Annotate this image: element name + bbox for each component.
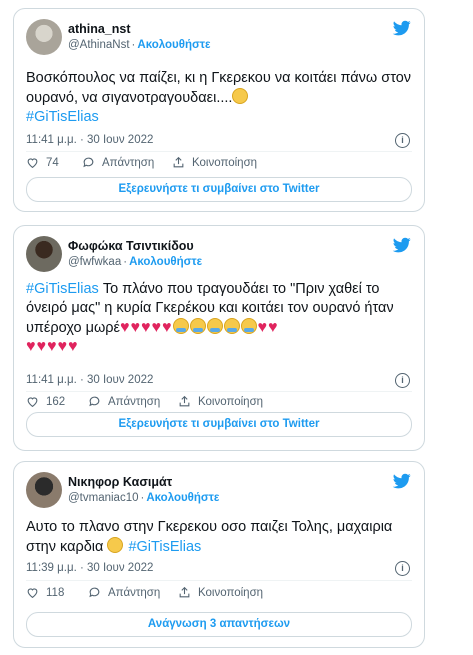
tweet-header: athina_nst @AthinaNst · Ακολουθήστε [26,19,412,57]
explore-twitter-button[interactable]: Εξερευνήστε τι συμβαίνει στο Twitter [26,177,412,202]
crying-emoji-icon [206,318,223,334]
heart-emoji-icon: ♥ [162,319,172,336]
tweet-card-athina: athina_nst @AthinaNst · Ακολουθήστε Βοσκόπ… [13,8,425,212]
tweet-text-content: Αυτο το πλανο στην Γκερεκου οσο παιζει Τ… [26,519,393,555]
tweet-text: #GiTisElias Το πλάνο που τραγουδάει το "… [26,280,414,357]
share-icon [179,586,190,598]
tweet-card-fwfwkaa: Φωφώκα Τσιντικίδου @fwfwkaa · Ακολουθήστε … [13,225,425,451]
broken-heart-emoji-icon: ♥ [47,338,57,355]
tweet-card-tvmaniac10: Νικηφορ Κασιμάτ @tvmaniac10 · Ακολουθήστε … [13,461,425,648]
share-label: Κοινοποίηση [192,156,258,169]
avatar[interactable] [26,236,62,272]
author-handle-row: @tvmaniac10 · Ακολουθήστε [68,492,220,504]
tweet-header: Νικηφορ Κασιμάτ @tvmaniac10 · Ακολουθήστε [26,472,412,510]
avatar[interactable] [26,472,62,508]
like-button[interactable]: 74 [26,156,59,169]
share-label: Κοινοποίηση [198,395,264,408]
tweet-timestamp[interactable]: 11:41 μ.μ. · 30 Ιουν 2022 [26,374,153,386]
follow-link[interactable]: Ακολουθήστε [137,39,210,51]
tweet-timestamp[interactable]: 11:39 μ.μ. · 30 Ιουν 2022 [26,562,153,574]
author-name[interactable]: Φωφώκα Τσιντικίδου [68,239,194,253]
crying-emoji-icon [240,318,257,334]
author-handle-row: @AthinaNst · Ακολουθήστε [68,39,211,51]
heart-icon [27,397,38,408]
like-count: 118 [46,586,65,599]
info-icon[interactable]: i [395,373,410,388]
share-button[interactable]: Κοινοποίηση [178,395,263,408]
tweet-text: Βοσκόπουλος να παίζει, κι η Γκερεκου να … [26,69,414,127]
broken-heart-emoji-icon: ♥ [268,319,278,336]
heart-emoji-icon: ♥ [151,319,162,336]
heart-emoji-icon: ♥ [120,319,130,336]
hashtag-link[interactable]: #GiTisElias [128,539,201,555]
author-handle[interactable]: @tvmaniac10 [68,492,138,504]
like-button[interactable]: 162 [26,395,65,408]
hashtag-link[interactable]: #GiTisElias [26,109,99,125]
tweet-text-content: Βοσκόπουλος να παίζει, κι η Γκερεκου να … [26,70,412,106]
action-bar: 118 Απάντηση Κοινοποίηση [26,586,412,604]
divider [26,580,412,581]
broken-heart-emoji-icon: ♥ [36,338,47,355]
reply-button[interactable]: Απάντηση [82,156,154,169]
crying-emoji-icon [172,318,189,334]
reply-bubble-icon [89,587,100,598]
reply-label: Απάντηση [108,395,161,408]
author-handle[interactable]: @AthinaNst [68,39,130,51]
broken-heart-emoji-icon: ♥ [57,338,68,355]
tweet-header: Φωφώκα Τσιντικίδου @fwfwkaa · Ακολουθήστε [26,236,412,274]
explore-twitter-button[interactable]: Εξερευνήστε τι συμβαίνει στο Twitter [26,412,412,437]
heart-emoji-icon: ♥ [130,319,141,336]
reply-label: Απάντηση [108,586,161,599]
divider [26,151,412,152]
reply-button[interactable]: Απάντηση [88,586,160,599]
avatar[interactable] [26,19,62,55]
share-icon [173,156,184,168]
twitter-bird-icon[interactable] [392,472,412,490]
like-button[interactable]: 118 [26,586,64,599]
follow-link[interactable]: Ακολουθήστε [129,256,202,268]
author-name[interactable]: athina_nst [68,22,131,36]
follow-link[interactable]: Ακολουθήστε [146,492,219,504]
like-count: 162 [46,395,66,408]
read-replies-button[interactable]: Ανάγνωση 3 απαντήσεων [26,612,412,637]
heart-icon [27,588,38,599]
author-name[interactable]: Νικηφορ Κασιμάτ [68,475,172,489]
reply-label: Απάντηση [102,156,155,169]
broken-heart-emoji-icon: ♥ [257,319,268,336]
info-icon[interactable]: i [395,133,410,148]
hashtag-link[interactable]: #GiTisElias [26,281,99,297]
emoji-icon [107,537,124,553]
twitter-bird-icon[interactable] [392,236,412,254]
broken-heart-emoji-icon: ♥ [26,338,36,355]
emoji-icon [232,88,249,104]
share-icon [179,395,190,407]
tweet-timestamp[interactable]: 11:41 μ.μ. · 30 Ιουν 2022 [26,134,153,146]
author-handle-row: @fwfwkaa · Ακολουθήστε [68,256,203,268]
reply-bubble-icon [89,396,100,407]
crying-emoji-icon [223,318,240,334]
author-handle[interactable]: @fwfwkaa [68,256,121,268]
tweet-text: Αυτο το πλανο στην Γκερεκου οσο παιζει Τ… [26,518,414,557]
action-bar: 74 Απάντηση Κοινοποίηση [26,156,412,174]
twitter-bird-icon[interactable] [392,19,412,37]
share-button[interactable]: Κοινοποίηση [178,586,263,599]
heart-icon [27,158,38,169]
broken-heart-emoji-icon: ♥ [68,338,78,355]
reply-button[interactable]: Απάντηση [88,395,160,408]
reply-bubble-icon [83,157,94,168]
crying-emoji-icon [189,318,206,334]
like-count: 74 [46,156,59,169]
heart-emoji-icon: ♥ [141,319,151,336]
share-label: Κοινοποίηση [198,586,264,599]
info-icon[interactable]: i [395,561,410,576]
share-button[interactable]: Κοινοποίηση [172,156,257,169]
action-bar: 162 Απάντηση Κοινοποίηση [26,390,412,408]
